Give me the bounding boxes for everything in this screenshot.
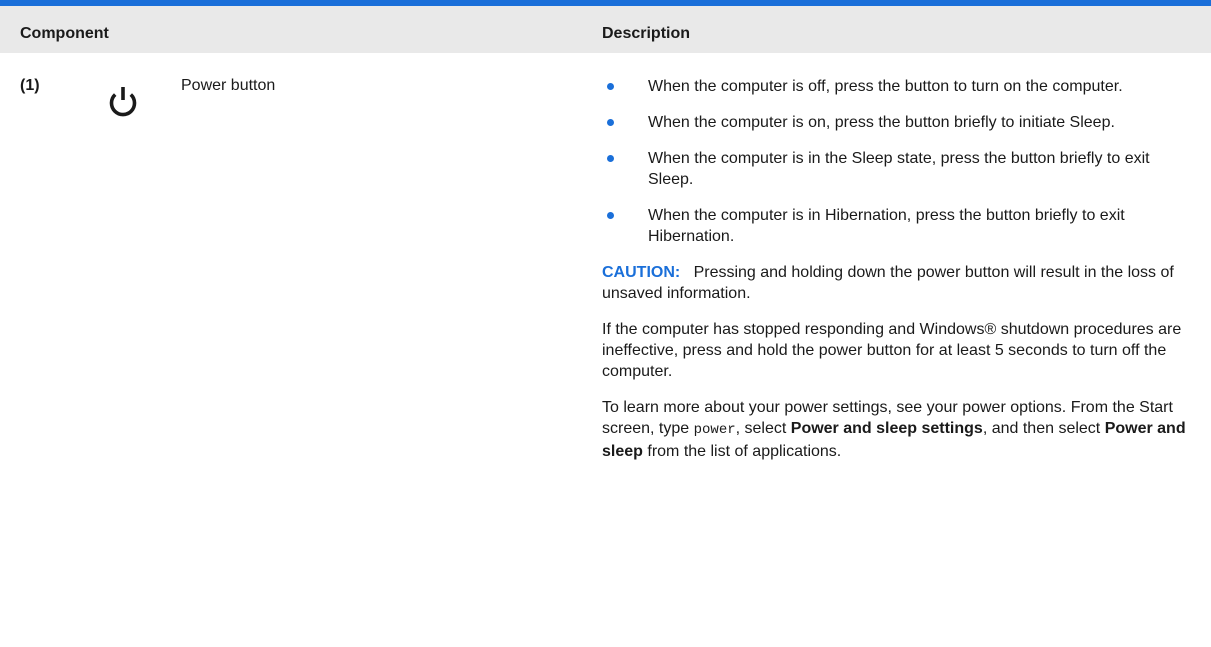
bullet-text: When the computer is off, press the butt…	[648, 78, 1123, 95]
bullet-icon	[607, 119, 614, 126]
list-item: When the computer is in Hibernation, pre…	[602, 205, 1192, 247]
table-header: Component Description	[0, 6, 1211, 53]
list-item: When the computer is off, press the butt…	[602, 76, 1192, 97]
component-name: Power button	[181, 77, 276, 94]
list-item: When the computer is on, press the butto…	[602, 112, 1192, 133]
unresponsive-note: If the computer has stopped responding a…	[602, 321, 1182, 380]
power-and-sleep-settings-label: Power and sleep settings	[790, 420, 983, 437]
caution-text: Pressing and holding down the power butt…	[602, 264, 1174, 302]
power-icon	[109, 87, 137, 117]
caution-note: CAUTION: Pressing and holding down the p…	[602, 262, 1192, 304]
description-column-header: Description	[602, 25, 691, 42]
description-cell: When the computer is off, press the butt…	[602, 76, 1192, 477]
settings-text-4: from the list of applications.	[642, 443, 842, 460]
power-settings-note: To learn more about your power settings,…	[602, 397, 1192, 462]
bullet-icon	[607, 155, 614, 162]
typed-command: power	[693, 422, 736, 438]
bullet-text: When the computer is in Hibernation, pre…	[648, 207, 1125, 245]
bullet-icon	[607, 212, 614, 219]
settings-text-3: , and then select	[982, 420, 1105, 437]
caution-label: CAUTION:	[602, 264, 681, 281]
bullet-icon	[607, 83, 614, 90]
settings-text-2: , select	[735, 420, 791, 437]
callout-number: (1)	[20, 77, 40, 94]
component-column-header: Component	[20, 25, 109, 42]
list-item: When the computer is in the Sleep state,…	[602, 148, 1192, 190]
table-row: (1) Power button When the computer is of…	[0, 53, 1211, 647]
bullet-text: When the computer is in the Sleep state,…	[648, 150, 1150, 188]
bullet-text: When the computer is on, press the butto…	[648, 114, 1115, 131]
